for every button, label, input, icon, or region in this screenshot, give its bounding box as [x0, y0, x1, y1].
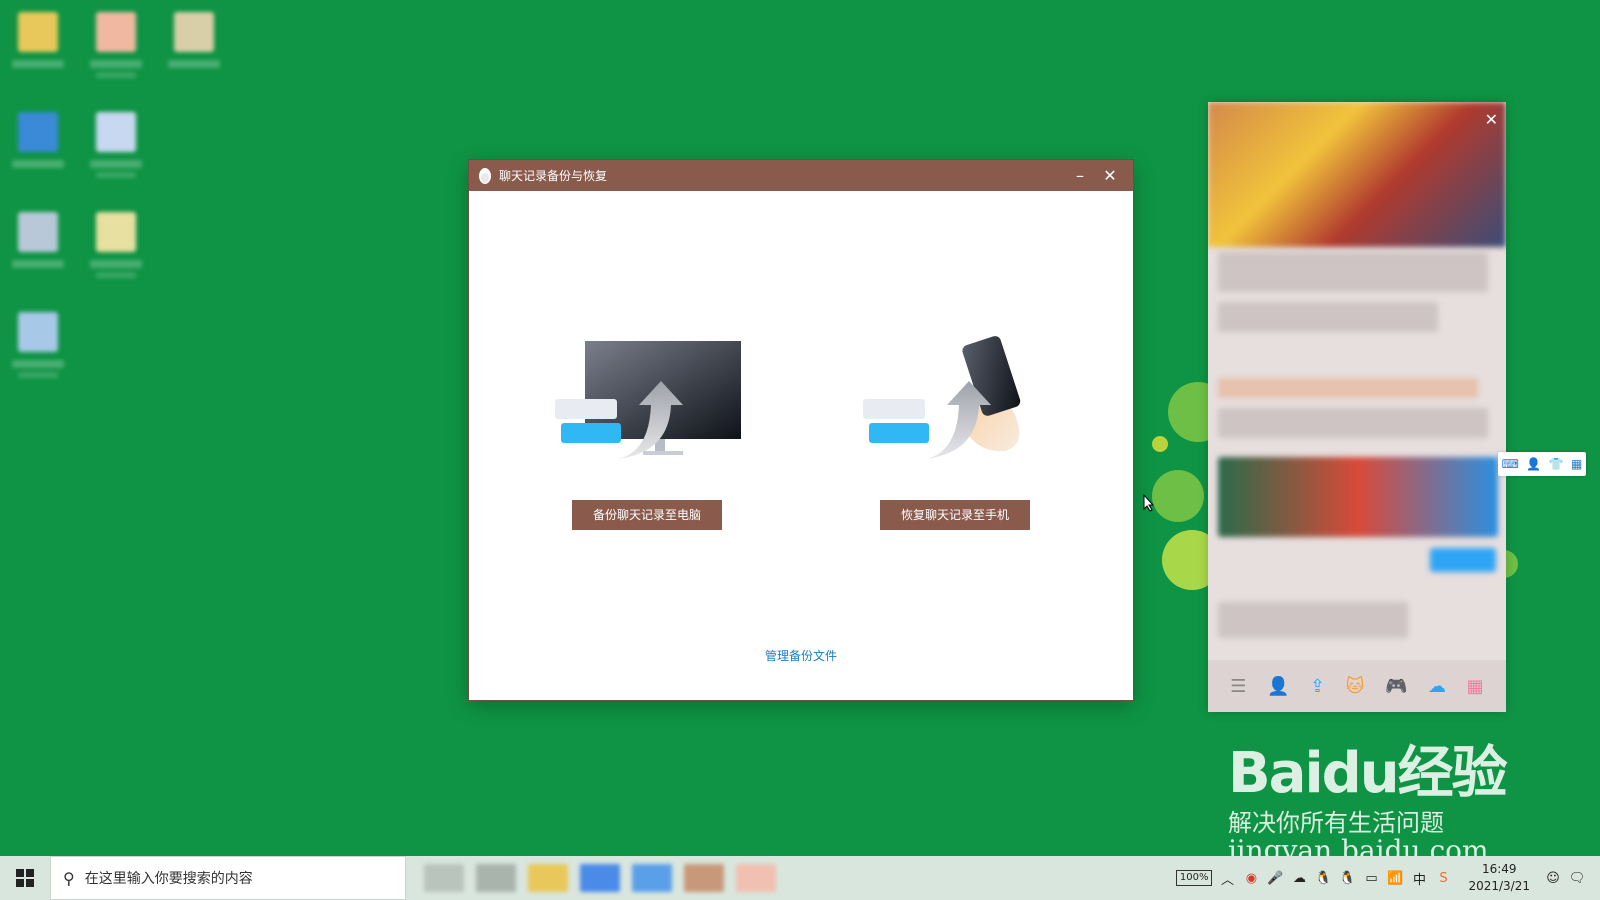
qq-blurred-row [1218, 408, 1488, 438]
desktop-icon-3[interactable] [164, 12, 224, 92]
desktop-icon-8[interactable] [8, 312, 68, 392]
restore-to-phone-button[interactable]: 恢复聊天记录至手机 [880, 500, 1030, 530]
qq-blurred-row [1218, 602, 1408, 638]
qq-bottom-toolbar: ☰ 👤 ⇪ 🐱 🎮 ☁ ▦ [1208, 660, 1506, 712]
desktop-icon-1[interactable] [8, 12, 68, 92]
desktop-icon-5[interactable] [86, 112, 146, 192]
cloud-icon[interactable]: ☁ [1428, 676, 1446, 697]
backup-restore-dialog: 聊天记录备份与恢复 – ✕ 备份聊天记录至电脑 恢复聊天记录至手机 管理备份文件 [469, 160, 1133, 700]
game-cat-icon[interactable]: 🐱 [1346, 676, 1365, 697]
qq-close-button[interactable]: ✕ [1485, 110, 1498, 129]
ime-indicator[interactable]: 中 [1410, 869, 1428, 888]
wifi-icon[interactable]: 📶 [1386, 869, 1404, 887]
gamepad-icon[interactable]: 🎮 [1385, 676, 1407, 697]
qq-blurred-image [1218, 457, 1498, 537]
taskbar: ⚲ 在这里输入你要搜索的内容 100% ︿ ◉ 🎤 ☁ 🐧 🐧 ▭ 📶 中 S … [0, 856, 1600, 900]
search-placeholder: 在这里输入你要搜索的内容 [84, 871, 253, 887]
clock-date: 2021/3/21 [1468, 879, 1530, 893]
taskbar-app[interactable] [580, 864, 620, 892]
manage-backup-files-link[interactable]: 管理备份文件 [469, 647, 1133, 664]
watermark-brand: Baidu经验 [1228, 741, 1508, 806]
search-icon: ⚲ [63, 868, 75, 888]
qq-penguin-icon [479, 167, 491, 184]
desktop-icon-7[interactable] [86, 212, 146, 292]
taskbar-app[interactable] [736, 864, 776, 892]
taskbar-clock[interactable]: 16:49 2021/3/21 [1468, 861, 1530, 895]
add-contact-icon[interactable]: 👤 [1267, 676, 1289, 697]
system-tray: 100% ︿ ◉ 🎤 ☁ 🐧 🐧 ▭ 📶 中 S 16:49 2021/3/21… [1175, 856, 1600, 900]
taskbar-app[interactable] [476, 864, 516, 892]
record-icon[interactable]: ◉ [1242, 869, 1260, 887]
baidu-watermark: Baidu经验 解决你所有生活问题 jingyan.baidu.com [1228, 728, 1528, 867]
battery-indicator[interactable]: 100% [1175, 870, 1213, 886]
user-icon[interactable]: 👤 [1526, 457, 1541, 471]
desktop-icon-6[interactable] [8, 212, 68, 292]
qq-floating-toolbar: ⌨ 👤 👕 ▦ [1498, 452, 1586, 476]
messenger-icon[interactable]: ☺ [1544, 869, 1562, 887]
backup-option: 备份聊天记录至电脑 [547, 335, 747, 530]
backup-to-pc-button[interactable]: 备份聊天记录至电脑 [572, 500, 722, 530]
restore-option: 恢复聊天记录至手机 [855, 335, 1055, 530]
qq-blurred-row [1218, 252, 1488, 292]
clock-time: 16:49 [1481, 862, 1517, 876]
qq-tray-icon[interactable]: 🐧 [1314, 869, 1332, 887]
shirt-icon[interactable]: 👕 [1549, 457, 1564, 471]
cloud-tray-icon[interactable]: ☁ [1290, 869, 1308, 887]
qq-tray-icon-2[interactable]: 🐧 [1338, 869, 1356, 887]
menu-icon[interactable]: ☰ [1230, 676, 1246, 697]
notification-center-icon[interactable]: 🗨 [1568, 869, 1586, 887]
microphone-icon[interactable]: 🎤 [1266, 869, 1284, 887]
sogou-icon[interactable]: S [1434, 869, 1452, 887]
taskbar-app[interactable] [424, 864, 464, 892]
qq-blurred-row [1218, 378, 1478, 398]
close-button[interactable]: ✕ [1095, 160, 1125, 191]
taskbar-app[interactable] [684, 864, 724, 892]
phone-illustration [855, 335, 1055, 485]
chevron-up-icon[interactable]: ︿ [1218, 869, 1236, 888]
taskbar-search-box[interactable]: ⚲ 在这里输入你要搜索的内容 [50, 856, 406, 900]
dialog-title: 聊天记录备份与恢复 [499, 169, 608, 183]
keyboard-icon[interactable]: ⌨ [1502, 457, 1519, 471]
decor-bubble [1152, 436, 1168, 452]
phone-download-icon [863, 336, 1021, 459]
minimize-button[interactable]: – [1065, 160, 1095, 191]
decor-bubble [1152, 470, 1204, 522]
qq-blurred-row [1218, 302, 1438, 332]
monitor-illustration [547, 335, 747, 485]
desktop-icon-2[interactable] [86, 12, 146, 92]
battery-tray-icon[interactable]: ▭ [1362, 869, 1380, 887]
mouse-cursor-icon [1143, 494, 1155, 512]
share-icon[interactable]: ⇪ [1310, 676, 1325, 697]
apps-grid-icon[interactable]: ▦ [1467, 676, 1484, 697]
qq-main-panel: ✕ ☰ 👤 ⇪ 🐱 🎮 ☁ ▦ [1208, 102, 1506, 712]
taskbar-app[interactable] [632, 864, 672, 892]
windows-logo-icon [16, 869, 34, 887]
start-button[interactable] [0, 856, 50, 900]
taskbar-apps [418, 864, 782, 892]
desktop-icon-4[interactable] [8, 112, 68, 192]
taskbar-app[interactable] [528, 864, 568, 892]
grid-icon[interactable]: ▦ [1571, 457, 1582, 471]
dialog-titlebar[interactable]: 聊天记录备份与恢复 – ✕ [469, 160, 1133, 191]
qq-profile-banner [1208, 102, 1506, 247]
monitor-upload-icon [555, 341, 741, 459]
qq-blurred-button[interactable] [1430, 548, 1496, 572]
